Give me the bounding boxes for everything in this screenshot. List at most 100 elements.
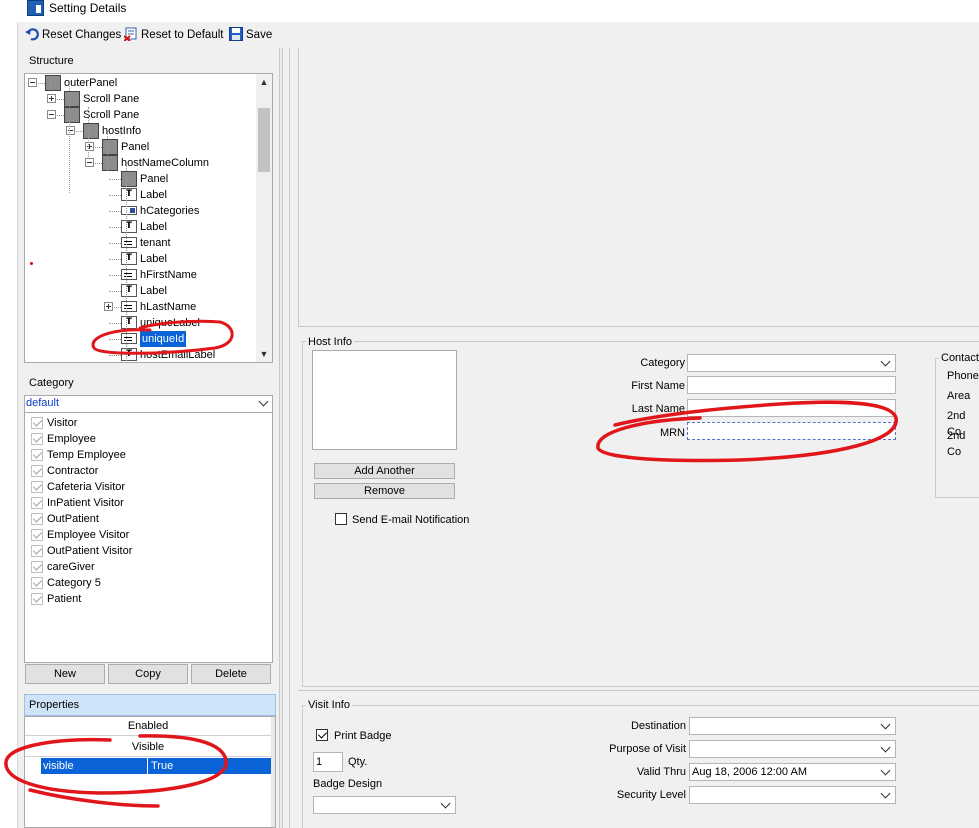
tree-guide-line	[69, 83, 70, 193]
category-item-label: InPatient Visitor	[47, 497, 124, 509]
tree-node-label: hFirstName	[140, 269, 197, 281]
tree-node[interactable]: Scroll Pane	[25, 107, 255, 123]
splitter-right[interactable]	[289, 48, 297, 828]
category-select-value: default	[26, 397, 60, 409]
security-level-label: Security Level	[616, 789, 686, 801]
tree-node[interactable]: TuniqueLabel	[25, 315, 255, 331]
label-icon: T	[121, 316, 137, 329]
structure-title: Structure	[29, 55, 74, 67]
checkbox-checked-icon[interactable]	[31, 449, 43, 461]
qty-value: 1	[316, 756, 323, 768]
expand-plus-icon[interactable]	[104, 302, 113, 311]
collapse-minus-icon[interactable]	[66, 126, 75, 135]
tree-node[interactable]: tenant	[25, 235, 255, 251]
tree-node[interactable]: Scroll Pane	[25, 91, 255, 107]
checkbox-checked-icon[interactable]	[31, 513, 43, 525]
tree-node-label: Label	[140, 253, 167, 265]
expand-plus-icon[interactable]	[85, 142, 94, 151]
reset-to-default-button[interactable]: Reset to Default	[123, 27, 224, 43]
tree-node[interactable]: hLastName	[25, 299, 255, 315]
reset-changes-button[interactable]: Reset Changes	[25, 27, 121, 43]
host-info-title: Host Info	[306, 336, 355, 348]
new-button[interactable]: New	[25, 664, 105, 684]
host-category-select[interactable]	[687, 354, 896, 372]
structure-tree[interactable]: outerPanel Scroll Pane Scroll Pane hostInfo…	[24, 73, 273, 363]
first-name-field[interactable]	[687, 376, 896, 394]
panel-icon	[102, 139, 118, 155]
add-another-button[interactable]: Add Another	[314, 463, 455, 479]
divider	[298, 326, 979, 327]
textfield-icon	[121, 237, 137, 248]
visit-info-title: Visit Info	[306, 699, 352, 711]
contact-2nd-label: 2nd Co	[947, 430, 966, 458]
valid-thru-picker[interactable]: Aug 18, 2006 12:00 AM	[689, 763, 896, 781]
property-row-enabled[interactable]: Enabled	[25, 717, 271, 736]
properties-table[interactable]: Enabled Visible visible True	[24, 716, 276, 828]
chevron-down-icon	[880, 742, 891, 753]
property-divider	[147, 758, 148, 774]
panel-icon	[102, 155, 118, 171]
checkbox-checked-icon[interactable]	[31, 561, 43, 573]
tree-node[interactable]: hFirstName	[25, 267, 255, 283]
tree-node[interactable]: hostInfo	[25, 123, 255, 139]
tree-node[interactable]: hCategories	[25, 203, 255, 219]
category-select[interactable]: default	[24, 395, 273, 413]
label-icon: T	[121, 348, 137, 361]
expand-plus-icon[interactable]	[47, 94, 56, 103]
qty-field[interactable]: 1	[313, 752, 343, 772]
copy-button[interactable]: Copy	[108, 664, 188, 684]
collapse-minus-icon[interactable]	[47, 110, 56, 119]
scroll-up-icon[interactable]: ▲	[256, 74, 272, 90]
tree-node[interactable]: ThostEmailLabel	[25, 347, 255, 362]
tree-node[interactable]: uniqueId	[25, 331, 255, 347]
destination-select[interactable]	[689, 717, 896, 735]
checkbox-checked-icon[interactable]	[31, 481, 43, 493]
checkbox-checked-icon[interactable]	[31, 465, 43, 477]
property-row-visible[interactable]: Visible	[25, 738, 271, 757]
tree-node[interactable]: hostNameColumn	[25, 155, 255, 171]
reset-to-default-label: Reset to Default	[141, 29, 224, 41]
badge-design-select[interactable]	[313, 796, 456, 814]
tree-node[interactable]: T Label	[25, 283, 255, 299]
checkbox-checked-icon[interactable]	[31, 417, 43, 429]
property-row-selected[interactable]: visible True	[41, 758, 271, 774]
scroll-down-icon[interactable]: ▼	[256, 346, 272, 362]
checkbox-checked-icon[interactable]	[31, 497, 43, 509]
checkbox-checked-icon[interactable]	[31, 529, 43, 541]
tree-node[interactable]: T Label	[25, 187, 255, 203]
reset-changes-label: Reset Changes	[42, 29, 122, 41]
undo-icon	[25, 27, 39, 41]
category-list[interactable]: Visitor Employee Temp Employee Contractor Ca…	[24, 413, 273, 663]
splitter-left[interactable]	[279, 48, 283, 828]
scroll-thumb[interactable]	[258, 108, 270, 172]
tree-node-label: tenant	[140, 237, 171, 249]
host-list-box[interactable]	[312, 350, 457, 450]
tree-node[interactable]: T Label	[25, 251, 255, 267]
tree-vertical-scrollbar[interactable]: ▲ ▼	[256, 74, 272, 362]
print-badge-label: Print Badge	[334, 730, 392, 742]
tree-node[interactable]: T Label	[25, 219, 255, 235]
collapse-minus-icon[interactable]	[28, 78, 37, 87]
last-name-field[interactable]	[687, 399, 896, 417]
tree-node[interactable]: Panel	[25, 171, 255, 187]
collapse-minus-icon[interactable]	[85, 158, 94, 167]
mrn-field[interactable]	[687, 422, 896, 440]
last-name-label: Last Name	[631, 403, 685, 415]
purpose-select[interactable]	[689, 740, 896, 758]
checkbox-checked-icon[interactable]	[31, 593, 43, 605]
checkbox-checked-icon[interactable]	[31, 577, 43, 589]
textfield-icon	[121, 333, 137, 344]
save-button[interactable]: Save	[229, 27, 272, 43]
panel-icon	[64, 91, 80, 107]
checkbox-checked-icon[interactable]	[31, 545, 43, 557]
tree-node[interactable]: Panel	[25, 139, 255, 155]
textfield-icon	[121, 269, 137, 280]
toolbar: Reset Changes Reset to Default Save	[18, 22, 979, 48]
remove-button[interactable]: Remove	[314, 483, 455, 499]
delete-button[interactable]: Delete	[191, 664, 271, 684]
security-level-select[interactable]	[689, 786, 896, 804]
tree-node[interactable]: outerPanel	[25, 75, 255, 91]
destination-label: Destination	[630, 720, 686, 732]
checkbox-checked-icon[interactable]	[31, 433, 43, 445]
property-name: visible	[43, 760, 74, 772]
